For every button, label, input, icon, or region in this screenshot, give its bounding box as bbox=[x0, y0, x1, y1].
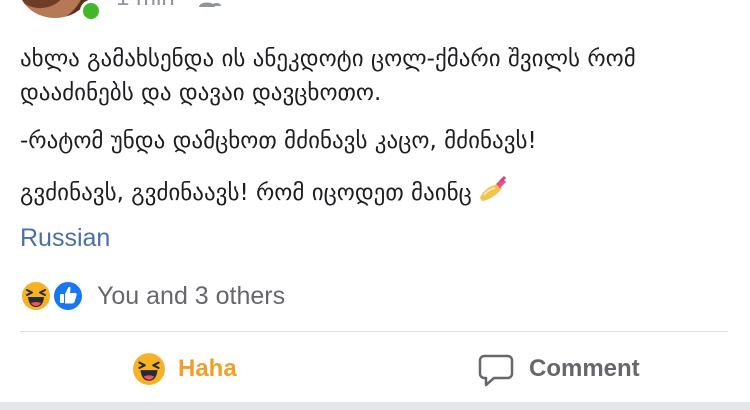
post-paragraph: ახლა გამახსენდა ის ანეკდოტი ცოლ-ქმარი შვ… bbox=[20, 46, 636, 106]
audience-friends-icon[interactable] bbox=[198, 0, 222, 8]
online-status-dot bbox=[80, 0, 102, 22]
see-translation-link[interactable]: Russian bbox=[20, 224, 110, 253]
comment-icon bbox=[478, 354, 514, 387]
post-time[interactable]: 1 min bbox=[116, 0, 175, 12]
feed-separator bbox=[0, 402, 750, 410]
reactions-count-text[interactable]: You and 3 others bbox=[97, 282, 285, 311]
divider bbox=[20, 331, 728, 332]
post-paragraph-last: გვძინავს, გვძინაავს! რომ იცოდეთ მაინც bbox=[20, 172, 720, 210]
nail-polish-emoji bbox=[479, 176, 506, 201]
post-paragraph: -რატომ უნდა დამცხოთ მძინავს კაცო, მძინავ… bbox=[20, 128, 537, 154]
post-header: 1 min bbox=[0, 0, 750, 30]
haha-icon bbox=[133, 353, 165, 385]
post-paragraph-text: გვძინავს, გვძინაავს! რომ იცოდეთ მაინც bbox=[20, 180, 472, 206]
post-body: ახლა გამახსენდა ის ანეკდოტი ცოლ-ქმარი შვ… bbox=[20, 42, 720, 210]
haha-label: Haha bbox=[178, 355, 237, 382]
haha-reaction-icon bbox=[20, 280, 52, 312]
comment-label: Comment bbox=[529, 355, 640, 382]
like-reaction-icon bbox=[52, 280, 84, 312]
